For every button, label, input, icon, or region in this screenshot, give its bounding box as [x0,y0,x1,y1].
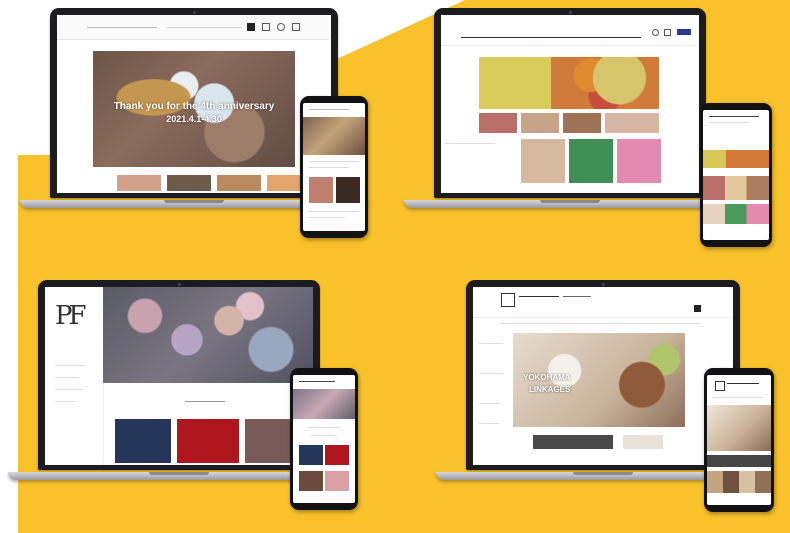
product-thumb[interactable] [521,113,559,133]
product-thumb[interactable] [245,419,295,463]
laptop-lid [434,8,706,198]
hero-subtitle: LINKAGES [529,385,571,394]
product-thumb[interactable] [325,445,349,465]
favorite-icon[interactable] [277,23,285,31]
cart-icon[interactable] [292,23,300,31]
laptop-screen: Thank you for the 4th anniversary 2021.4… [57,15,331,193]
phone-screen [303,103,365,231]
hero-title: YOKOHAMA [523,373,571,382]
product-thumb[interactable] [479,113,517,133]
product-thumb[interactable] [569,139,613,183]
account-icon[interactable] [652,29,659,36]
phone-thumb-row [703,204,769,224]
laptop-screen: YOKOHAMA LINKAGES [473,287,733,465]
hero-date: 2021.4.1-4.30 [166,114,222,124]
product-thumb[interactable] [617,139,661,183]
account-icon[interactable] [262,23,270,31]
sidebar: PF [45,287,104,465]
brand-logo [715,381,725,391]
product-thumb[interactable] [325,471,349,491]
phone-thumb-row [707,471,771,493]
cart-icon[interactable] [664,29,671,36]
phone-mockup-4 [704,368,774,512]
laptop-base [404,200,736,208]
banner[interactable] [623,435,663,449]
camera-icon [568,11,572,14]
laptop-mockup-2 [404,8,736,208]
product-thumb[interactable] [309,177,333,203]
product-thumb[interactable] [115,419,171,463]
phone-hero-image [303,117,365,155]
sidebar [473,333,509,465]
site-header [473,287,733,318]
phone-thumb-row [703,176,769,200]
laptop-lid: YOKOHAMA LINKAGES [466,280,740,470]
product-thumb[interactable] [336,177,360,203]
brand-logo: PF [55,301,86,331]
hero-title: Thank you for the 4th anniversary [113,101,275,112]
hero-image: Thank you for the 4th anniversary 2021.4… [93,51,295,167]
product-thumb[interactable] [563,113,601,133]
cart-icon[interactable] [694,305,701,312]
hero-image [103,287,313,383]
product-thumb[interactable] [177,419,239,463]
product-thumb[interactable] [299,471,323,491]
product-thumb[interactable] [117,175,161,191]
phone-screen [703,110,769,240]
hero-image [479,57,659,109]
product-thumb[interactable] [605,113,659,133]
phone-mockup-2 [700,103,772,247]
laptop-lid: Thank you for the 4th anniversary 2021.4… [50,8,338,198]
laptop-screen: PF [45,287,313,465]
phone-mockup-3 [290,368,358,510]
laptop-lid: PF [38,280,320,470]
product-thumb[interactable] [217,175,261,191]
phone-hero-image [703,150,769,168]
phone-screen [707,375,771,505]
site-header [441,15,699,46]
brand-logo [501,293,515,307]
laptop-screen [441,15,699,193]
product-thumb[interactable] [299,445,323,465]
phone-screen [293,375,355,503]
site-header [57,15,331,40]
camera-icon [192,11,196,14]
product-thumb[interactable] [167,175,211,191]
menu-icon[interactable] [247,23,255,31]
camera-icon [177,283,181,286]
banner[interactable] [533,435,613,449]
login-button[interactable] [677,29,691,35]
banner[interactable] [707,455,771,467]
hero-image: YOKOHAMA LINKAGES [513,333,685,427]
phone-hero-image [293,389,355,419]
phone-hero-image [707,405,771,451]
phone-mockup-1 [300,96,368,238]
camera-icon [601,283,605,286]
product-thumb[interactable] [521,139,565,183]
